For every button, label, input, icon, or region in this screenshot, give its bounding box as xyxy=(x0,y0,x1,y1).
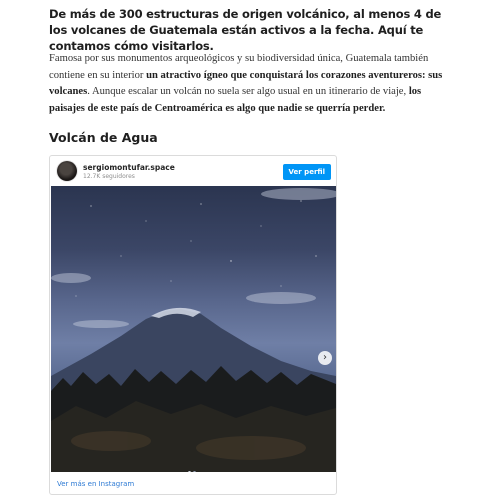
view-profile-button[interactable]: Ver perfil xyxy=(282,164,331,180)
divider xyxy=(56,494,330,495)
carousel-dot xyxy=(193,471,196,472)
avatar[interactable] xyxy=(57,161,77,181)
instagram-embed: sergiomontufar.space 12.7K seguidores Ve… xyxy=(49,155,337,495)
article-lede: De más de 300 estructuras de origen volc… xyxy=(49,7,442,53)
instagram-photo[interactable]: › xyxy=(51,186,336,472)
section-title: Volcán de Agua xyxy=(49,130,158,145)
follower-count: 12.7K seguidores xyxy=(83,173,135,180)
carousel-dot xyxy=(188,471,191,472)
instagram-username[interactable]: sergiomontufar.space xyxy=(83,163,175,172)
instagram-header: sergiomontufar.space 12.7K seguidores Ve… xyxy=(50,156,336,188)
volcano-night-photo xyxy=(51,188,336,472)
article-paragraph: Famosa por sus monumentos arqueológicos … xyxy=(49,51,459,117)
chevron-right-icon[interactable]: › xyxy=(318,351,332,365)
paragraph-text-2: . Aunque escalar un volcán no suela ser … xyxy=(87,86,409,97)
view-more-link[interactable]: Ver más en Instagram xyxy=(57,480,134,488)
carousel-dots xyxy=(188,461,198,472)
